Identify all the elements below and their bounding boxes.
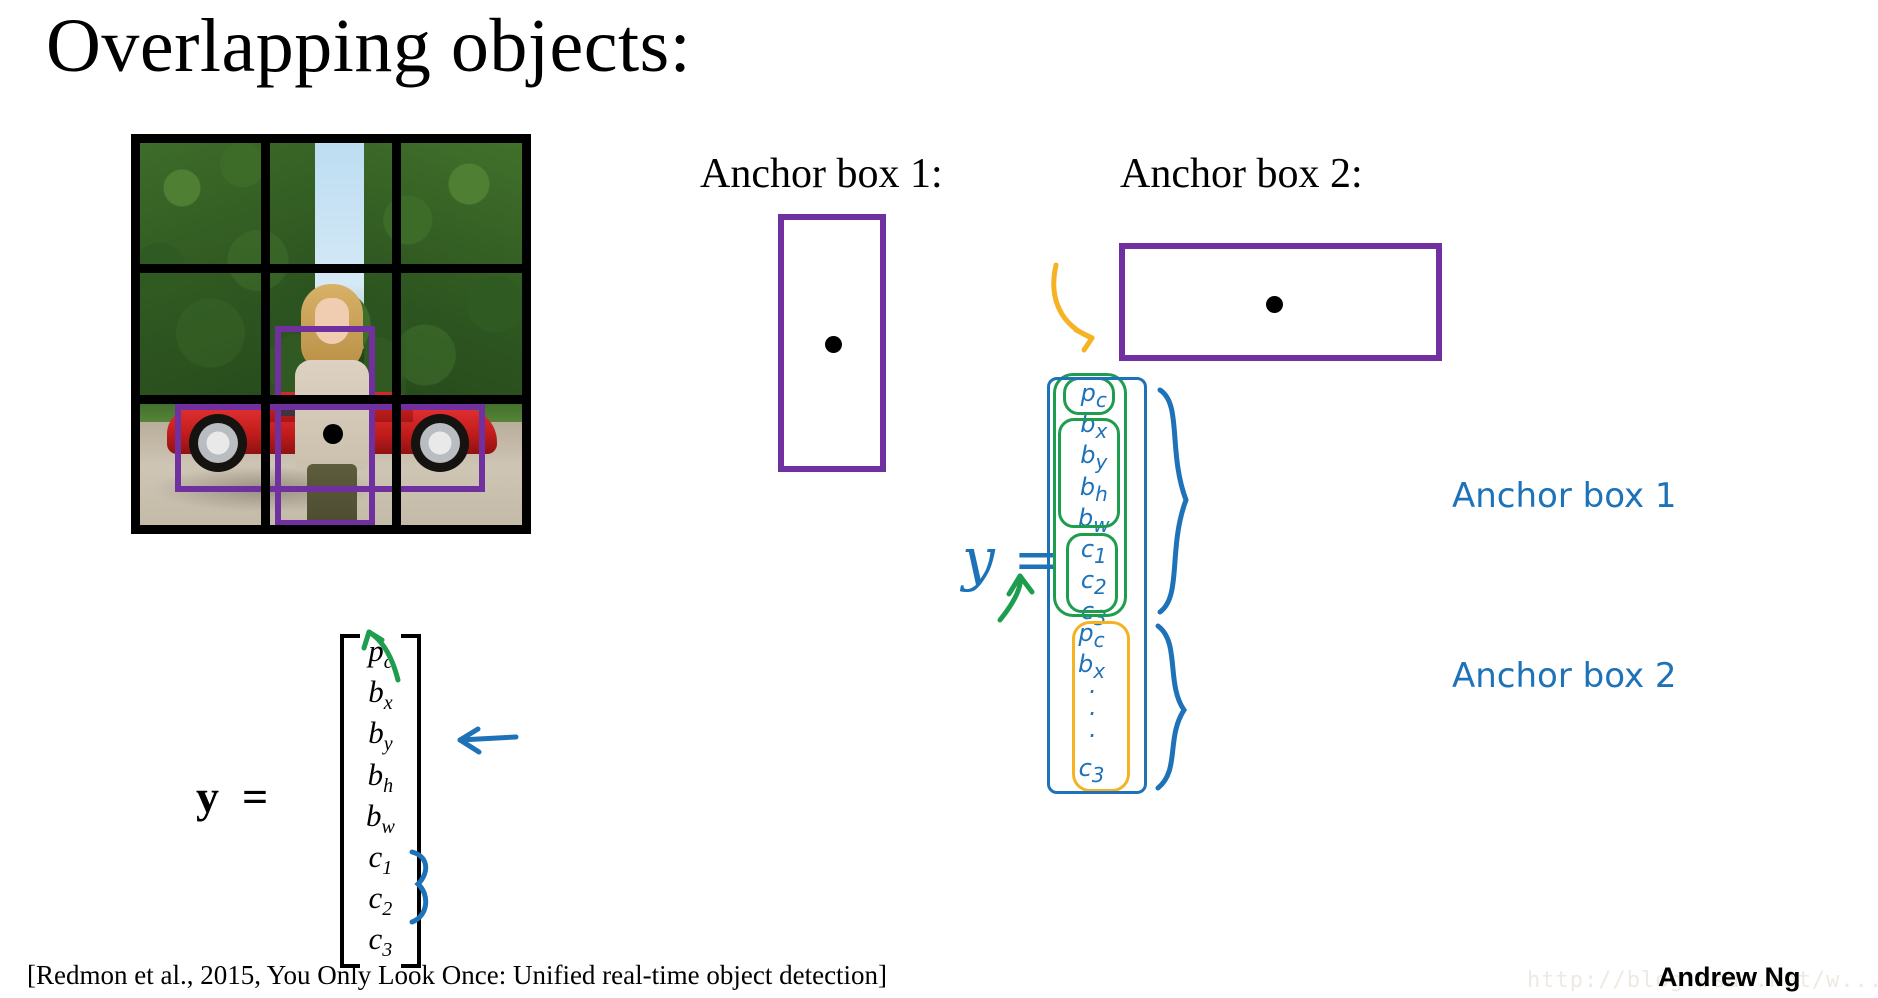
vector-item-c2: c2 <box>368 880 393 921</box>
vector-item-bx: bx <box>368 674 393 715</box>
y-vector-matrix: pc bx by bh bw c1 c2 c3 <box>340 634 421 968</box>
blue-brace-anchor2 <box>1155 623 1188 791</box>
y-equation-label: y = <box>196 770 268 823</box>
anchor-box-2-center-dot <box>1266 296 1283 313</box>
bracket-right <box>400 634 421 968</box>
image-grid-panel <box>131 134 531 534</box>
blue-brace-anchor1 <box>1157 387 1189 615</box>
pen-outline-blue-column <box>1047 377 1147 794</box>
grid-outer-frame <box>131 134 531 534</box>
vector-item-by: by <box>368 715 393 756</box>
orange-arrow-anchor2 <box>1051 262 1095 353</box>
anchor-box-1-center-dot <box>825 336 842 353</box>
handwritten-anchor-box-1: Anchor box 1 <box>1452 476 1677 516</box>
vector-item-bw: bw <box>366 797 395 838</box>
photo-canvas <box>131 134 531 534</box>
citation-text: [Redmon et al., 2015, You Only Look Once… <box>27 960 888 990</box>
blue-arrow-left <box>457 726 519 755</box>
handwritten-anchor-box-2: Anchor box 2 <box>1452 656 1677 696</box>
page-title: Overlapping objects: <box>46 4 692 88</box>
y-symbol: y <box>196 771 219 822</box>
vector-item-bh: bh <box>367 756 394 797</box>
vector-item-pc: pc <box>368 633 393 674</box>
anchor-box-2-heading: Anchor box 2: <box>1120 151 1363 197</box>
equals-symbol: = <box>242 771 269 822</box>
y-vector-components: pc bx by bh bw c1 c2 c3 <box>360 634 401 968</box>
bracket-left <box>340 634 360 968</box>
anchor-box-1-heading: Anchor box 1: <box>700 151 943 197</box>
presenter-name: Andrew Ng <box>1658 962 1801 992</box>
vector-item-c1: c1 <box>368 838 393 880</box>
